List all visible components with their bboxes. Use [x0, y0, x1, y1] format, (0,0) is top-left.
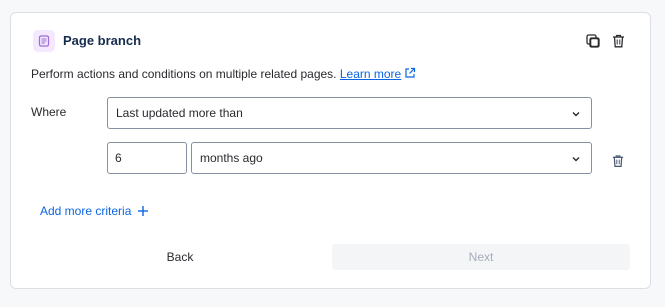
page-icon: [33, 30, 55, 52]
card-title: Page branch: [63, 33, 142, 48]
page-branch-card: Page branch Perform actions and conditio…: [10, 12, 651, 289]
next-button[interactable]: Next: [332, 244, 630, 270]
add-criteria-label: Add more criteria: [40, 204, 132, 218]
delete-criteria-button[interactable]: [611, 153, 625, 169]
chevron-down-icon: [572, 112, 580, 117]
plus-icon: [138, 206, 149, 216]
learn-more-link[interactable]: Learn more: [340, 67, 401, 81]
trash-icon: [612, 34, 624, 48]
duplicate-button[interactable]: [584, 32, 602, 50]
external-link-icon[interactable]: [404, 67, 416, 79]
time-unit-select[interactable]: months ago: [191, 142, 592, 174]
time-unit-value: months ago: [200, 151, 263, 165]
condition-field-value: Last updated more than: [116, 106, 243, 120]
duplicate-icon: [586, 34, 600, 48]
delete-branch-button[interactable]: [609, 32, 627, 50]
trash-icon: [612, 155, 624, 167]
condition-field-select[interactable]: Last updated more than: [107, 97, 592, 129]
back-button[interactable]: Back: [81, 244, 279, 270]
months-number-input[interactable]: [107, 142, 187, 174]
description-text: Perform actions and conditions on multip…: [31, 67, 337, 81]
where-label: Where: [31, 105, 67, 119]
add-more-criteria-button[interactable]: Add more criteria: [40, 204, 149, 218]
chevron-down-icon: [572, 157, 580, 162]
description: Perform actions and conditions on multip…: [31, 67, 416, 81]
